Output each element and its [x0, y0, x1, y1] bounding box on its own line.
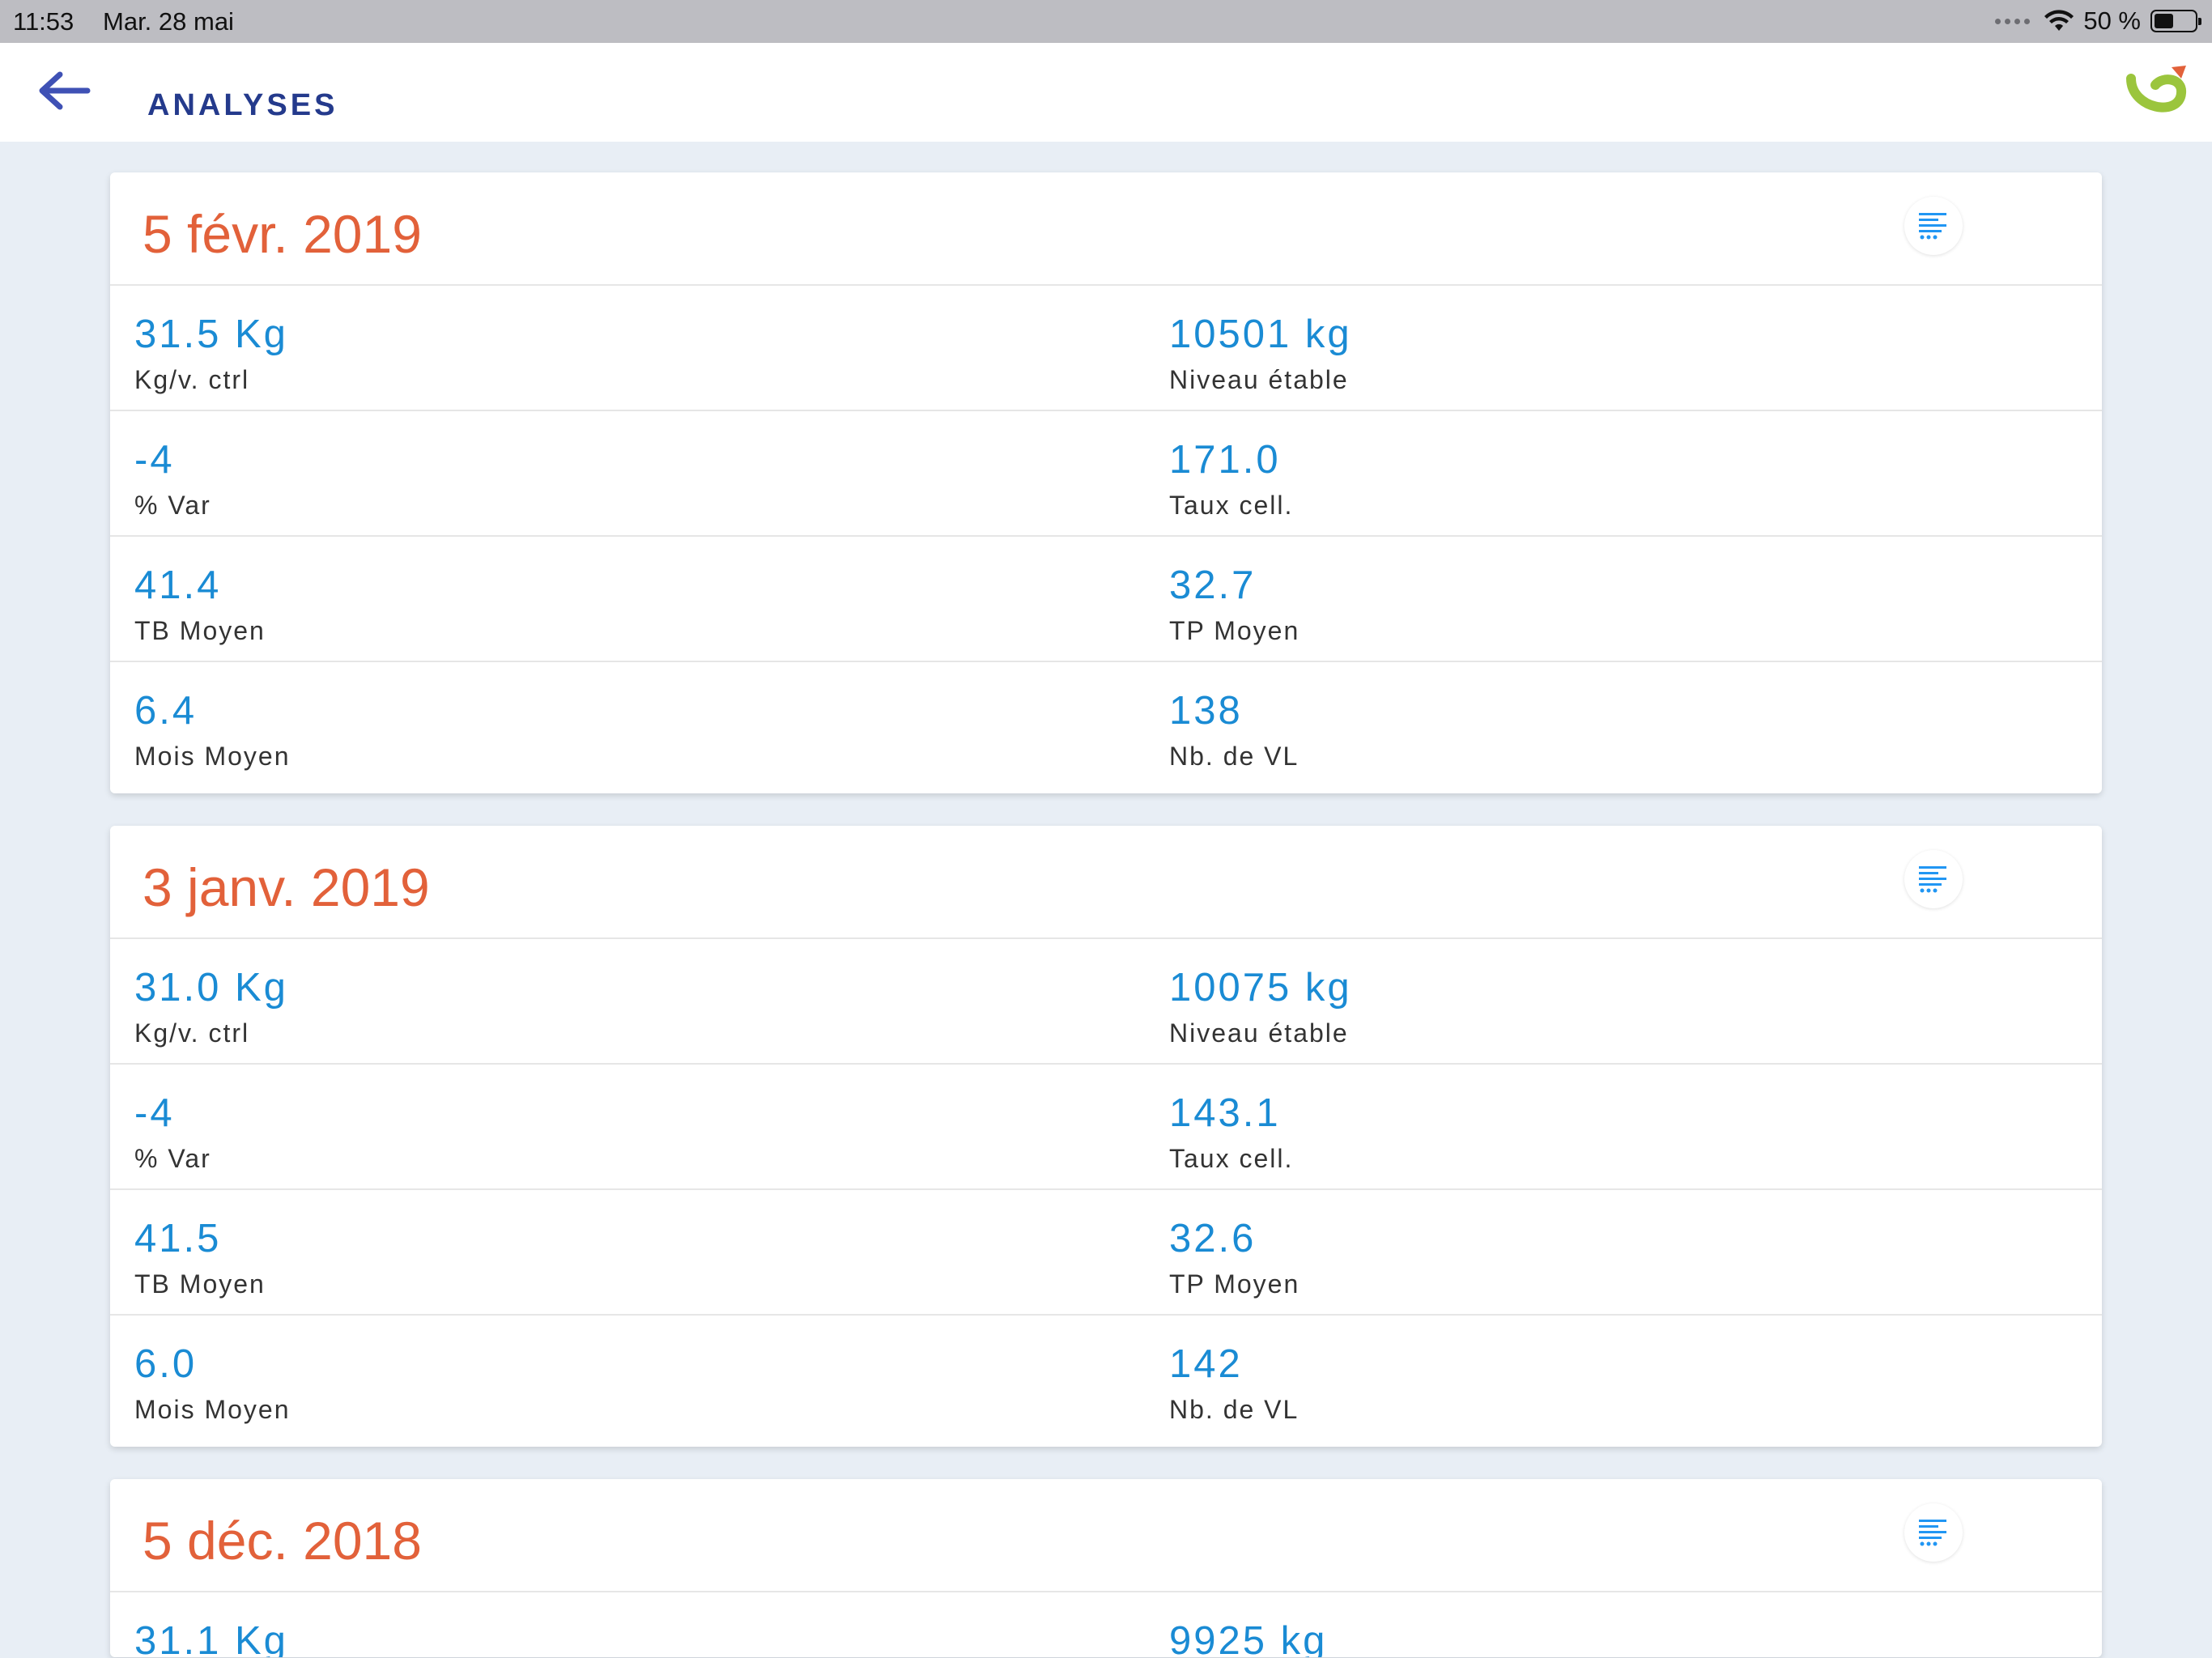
metric-value: 32.6	[1169, 1217, 1257, 1261]
metric-cell: -4 % Var	[110, 411, 1145, 535]
app-header: ANALYSES	[0, 43, 2212, 142]
metric-cell: 142 Nb. de VL	[1145, 1316, 2102, 1447]
back-button[interactable]	[32, 66, 94, 116]
metric-label: Nb. de VL	[1169, 742, 1300, 771]
metric-label: TP Moyen	[1169, 1269, 1300, 1299]
card-header: 5 févr. 2019	[110, 172, 2102, 286]
metric-cell: 31.5 Kg Kg/v. ctrl	[110, 286, 1145, 410]
analysis-card: 5 févr. 2019 31.5 Kg Kg/v. ctrl 10501 kg…	[110, 172, 2102, 793]
status-time: 11:53	[13, 7, 74, 36]
metric-label: Nb. de VL	[1169, 1395, 1300, 1424]
metric-row: 41.4 TB Moyen 32.7 TP Moyen	[110, 537, 2102, 662]
metric-cell: 9925 kg	[1145, 1592, 2102, 1657]
metric-row: -4 % Var 171.0 Taux cell.	[110, 411, 2102, 537]
metric-cell: 138 Nb. de VL	[1145, 662, 2102, 793]
app-logo	[2126, 66, 2186, 113]
metric-cell: 6.4 Mois Moyen	[110, 662, 1145, 793]
analysis-date: 3 janv. 2019	[143, 857, 430, 917]
metric-label: Kg/v. ctrl	[134, 365, 250, 394]
metric-row: 31.0 Kg Kg/v. ctrl 10075 kg Niveau établ…	[110, 939, 2102, 1065]
metric-label: Taux cell.	[1169, 491, 1294, 520]
analysis-card: 5 déc. 2018 31.1 Kg 9925 kg	[110, 1479, 2102, 1657]
metric-cell: -4 % Var	[110, 1065, 1145, 1188]
analysis-card: 3 janv. 2019 31.0 Kg Kg/v. ctrl 10075 kg…	[110, 826, 2102, 1447]
metric-value: 31.0 Kg	[134, 966, 288, 1010]
card-header: 5 déc. 2018	[110, 1479, 2102, 1592]
metric-cell: 10501 kg Niveau étable	[1145, 286, 2102, 410]
metric-cell: 31.0 Kg Kg/v. ctrl	[110, 939, 1145, 1063]
metric-label: Niveau étable	[1169, 365, 1349, 394]
metric-value: 10501 kg	[1169, 312, 1352, 356]
metric-cell: 32.6 TP Moyen	[1145, 1190, 2102, 1314]
metric-value: 171.0	[1169, 438, 1281, 482]
details-button[interactable]	[1904, 850, 1963, 908]
metric-cell: 41.5 TB Moyen	[110, 1190, 1145, 1314]
list-detail-icon	[1919, 213, 1946, 240]
metric-value: 6.0	[134, 1342, 198, 1386]
details-button[interactable]	[1904, 1503, 1963, 1562]
metric-value: 31.1 Kg	[134, 1619, 288, 1657]
metric-value: 10075 kg	[1169, 966, 1352, 1010]
metric-label: TP Moyen	[1169, 616, 1300, 645]
metric-cell: 41.4 TB Moyen	[110, 537, 1145, 661]
metric-value: 32.7	[1169, 563, 1257, 607]
metric-row: 31.1 Kg 9925 kg	[110, 1592, 2102, 1657]
details-button[interactable]	[1904, 197, 1963, 255]
arrow-left-icon	[39, 71, 91, 110]
metric-value: 41.4	[134, 563, 222, 607]
metric-row: 31.5 Kg Kg/v. ctrl 10501 kg Niveau établ…	[110, 286, 2102, 411]
metric-label: TB Moyen	[134, 616, 266, 645]
list-detail-icon	[1919, 866, 1946, 893]
analysis-date: 5 déc. 2018	[143, 1511, 422, 1571]
metric-row: 6.4 Mois Moyen 138 Nb. de VL	[110, 662, 2102, 793]
metric-label: Mois Moyen	[134, 1395, 291, 1424]
battery-percent: 50 %	[2083, 6, 2141, 35]
metric-cell: 143.1 Taux cell.	[1145, 1065, 2102, 1188]
metric-label: Niveau étable	[1169, 1018, 1349, 1048]
page-title: ANALYSES	[147, 88, 338, 122]
analysis-date: 5 févr. 2019	[143, 204, 422, 264]
metric-value: 31.5 Kg	[134, 312, 288, 356]
metric-value: 138	[1169, 689, 1243, 733]
metric-value: 41.5	[134, 1217, 222, 1261]
metric-row: 6.0 Mois Moyen 142 Nb. de VL	[110, 1316, 2102, 1447]
metric-cell: 31.1 Kg	[110, 1592, 1145, 1657]
metric-label: Taux cell.	[1169, 1144, 1294, 1173]
metric-value: 6.4	[134, 689, 198, 733]
metric-label: Kg/v. ctrl	[134, 1018, 250, 1048]
metric-value: -4	[134, 1091, 175, 1135]
metric-row: -4 % Var 143.1 Taux cell.	[110, 1065, 2102, 1190]
metric-label: % Var	[134, 491, 211, 520]
card-header: 3 janv. 2019	[110, 826, 2102, 939]
metric-cell: 6.0 Mois Moyen	[110, 1316, 1145, 1447]
metric-value: 143.1	[1169, 1091, 1281, 1135]
status-indicators: 50 %	[1995, 6, 2201, 36]
metric-label: % Var	[134, 1144, 211, 1173]
analyses-list: 5 févr. 2019 31.5 Kg Kg/v. ctrl 10501 kg…	[110, 172, 2102, 1658]
metric-label: TB Moyen	[134, 1269, 266, 1299]
battery-icon	[2150, 10, 2201, 32]
status-bar: 11:53 Mar. 28 mai 50 %	[0, 0, 2212, 43]
cellular-signal-icon	[1995, 18, 2031, 24]
metric-cell: 171.0 Taux cell.	[1145, 411, 2102, 535]
metric-value: 9925 kg	[1169, 1619, 1328, 1657]
list-detail-icon	[1919, 1520, 1946, 1546]
metric-cell: 32.7 TP Moyen	[1145, 537, 2102, 661]
metric-value: 142	[1169, 1342, 1243, 1386]
metric-label: Mois Moyen	[134, 742, 291, 771]
status-date: Mar. 28 mai	[103, 7, 234, 36]
wifi-icon	[2044, 10, 2074, 31]
metric-cell: 10075 kg Niveau étable	[1145, 939, 2102, 1063]
metric-row: 41.5 TB Moyen 32.6 TP Moyen	[110, 1190, 2102, 1316]
metric-value: -4	[134, 438, 175, 482]
